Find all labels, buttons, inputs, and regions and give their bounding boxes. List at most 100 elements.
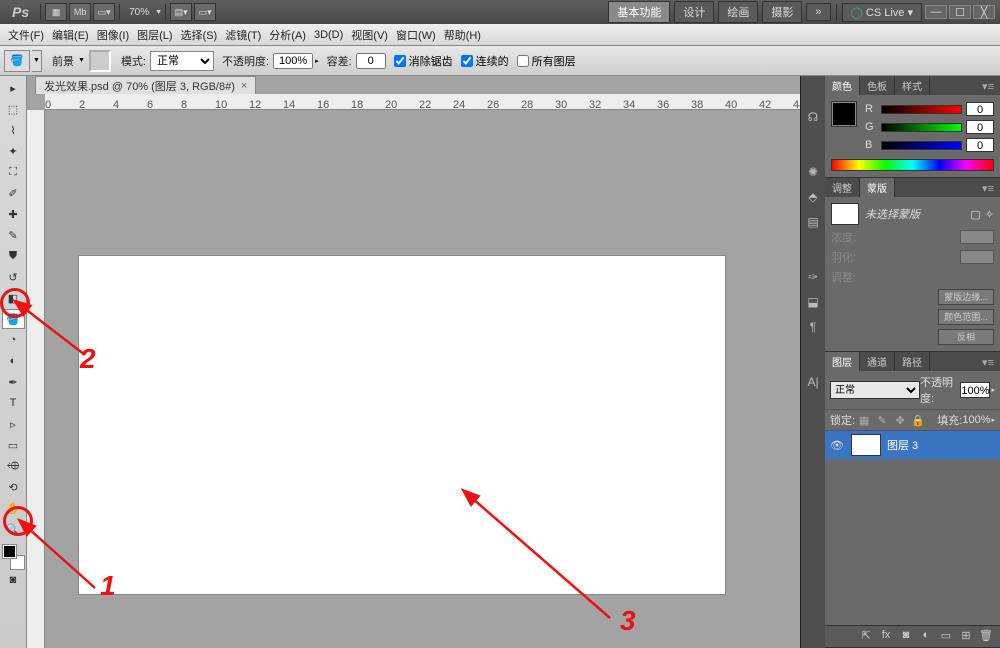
- brush-tool[interactable]: ✎: [2, 225, 25, 245]
- color-panel-swatch[interactable]: [831, 101, 857, 127]
- mask-edge-button[interactable]: 蒙版边缘...: [938, 289, 994, 305]
- menu-analysis[interactable]: 分析(A): [265, 27, 310, 43]
- 3d-tool[interactable]: ⬲: [2, 456, 25, 476]
- healing-tool[interactable]: ✚: [2, 204, 25, 224]
- type-tool[interactable]: T: [2, 393, 25, 413]
- zoom-tool[interactable]: 🔍: [2, 519, 25, 539]
- r-slider[interactable]: [881, 105, 962, 114]
- link-layers-icon[interactable]: ⇱: [857, 629, 875, 645]
- menu-view[interactable]: 视图(V): [347, 27, 392, 43]
- quick-select-tool[interactable]: ✦: [2, 141, 25, 161]
- styles-panel-icon[interactable]: A|: [804, 372, 823, 391]
- layer-opacity-value[interactable]: 100%: [960, 382, 990, 398]
- layer-fill-value[interactable]: 100%: [962, 414, 990, 426]
- add-mask-icon[interactable]: ◙: [897, 629, 915, 645]
- opacity-input[interactable]: [273, 53, 313, 69]
- all-layers-checkbox[interactable]: 所有图层: [517, 53, 576, 69]
- lock-position-icon[interactable]: ✥: [893, 413, 907, 427]
- zoom-dropdown-icon[interactable]: ▼: [155, 9, 162, 16]
- color-spectrum[interactable]: [831, 159, 994, 171]
- tab-swatches[interactable]: 色板: [860, 76, 895, 95]
- swatches-icon[interactable]: ▤: [804, 212, 823, 231]
- antialias-checkbox[interactable]: 消除锯齿: [394, 53, 453, 69]
- lasso-tool[interactable]: ⌇: [2, 120, 25, 140]
- tab-adjust[interactable]: 调整: [825, 178, 860, 197]
- hand-tool[interactable]: ✋: [2, 498, 25, 518]
- crop-tool[interactable]: ⛶: [2, 162, 25, 182]
- color-range-button[interactable]: 颜色范围...: [938, 309, 994, 325]
- canvas[interactable]: [79, 256, 725, 594]
- tab-layers[interactable]: 图层: [825, 352, 860, 371]
- shape-tool[interactable]: ▭: [2, 435, 25, 455]
- invert-button[interactable]: 反相: [938, 329, 994, 345]
- vector-mask-icon[interactable]: ✧: [985, 208, 994, 221]
- menu-select[interactable]: 选择(S): [177, 27, 222, 43]
- blur-tool[interactable]: ◔: [2, 330, 25, 350]
- paint-bucket-tool[interactable]: 🪣: [2, 309, 25, 329]
- layer-thumb[interactable]: [851, 434, 881, 456]
- new-group-icon[interactable]: ▭: [937, 629, 955, 645]
- layer-row[interactable]: 👁 图层 3: [825, 431, 1000, 459]
- eyedropper-tool[interactable]: ✐: [2, 183, 25, 203]
- character-icon[interactable]: ✑: [804, 267, 823, 286]
- history-brush-tool[interactable]: ↺: [2, 267, 25, 287]
- stamp-tool[interactable]: ⛊: [2, 246, 25, 266]
- fill-pattern-swatch[interactable]: [89, 50, 111, 72]
- g-value[interactable]: 0: [966, 120, 994, 134]
- screen-mode-button[interactable]: ▭▾: [194, 3, 216, 21]
- current-tool-icon[interactable]: 🪣: [4, 50, 30, 72]
- mask-panel-menu-icon[interactable]: ▾≡: [976, 180, 1000, 197]
- view-extras-button[interactable]: ▭▾: [93, 3, 115, 21]
- menu-window[interactable]: 窗口(W): [392, 27, 440, 43]
- layer-blend-select[interactable]: 正常: [830, 381, 920, 399]
- workspace-essentials[interactable]: 基本功能: [608, 1, 670, 23]
- document-stage[interactable]: [45, 110, 800, 648]
- cslive-button[interactable]: ◯ CS Live ▾: [842, 3, 922, 22]
- lock-pixels-icon[interactable]: ✎: [875, 413, 889, 427]
- vertical-ruler[interactable]: [27, 110, 45, 648]
- color-panel-menu-icon[interactable]: ▾≡: [976, 78, 1000, 95]
- layer-fx-icon[interactable]: fx: [877, 629, 895, 645]
- clone-source-icon[interactable]: ⬘: [804, 187, 823, 206]
- contiguous-checkbox[interactable]: 连续的: [461, 53, 509, 69]
- menu-edit[interactable]: 编辑(E): [48, 27, 93, 43]
- fill-source-dropdown-icon[interactable]: ▼: [78, 57, 85, 64]
- zoom-level[interactable]: 70%: [123, 7, 155, 18]
- brush-preset-icon[interactable]: ✺: [804, 162, 823, 181]
- tab-channels[interactable]: 通道: [860, 352, 895, 371]
- r-value[interactable]: 0: [966, 102, 994, 116]
- adjustment-layer-icon[interactable]: ◐: [917, 629, 935, 645]
- layers-panel-menu-icon[interactable]: ▾≡: [976, 354, 1000, 371]
- lock-transparent-icon[interactable]: ▦: [857, 413, 871, 427]
- launch-bridge-button[interactable]: ▦: [45, 3, 67, 21]
- history-icon[interactable]: ☊: [804, 107, 823, 126]
- color-swatches[interactable]: [2, 544, 25, 570]
- visibility-icon[interactable]: 👁: [829, 439, 845, 452]
- layer-list[interactable]: 👁 图层 3: [825, 431, 1000, 625]
- blend-mode-select[interactable]: 正常: [150, 51, 214, 71]
- layer-name[interactable]: 图层 3: [887, 437, 918, 453]
- window-close-button[interactable]: ╳: [973, 5, 995, 19]
- arrange-docs-button[interactable]: ▤▾: [170, 3, 192, 21]
- g-slider[interactable]: [881, 123, 962, 132]
- eraser-tool[interactable]: ◧: [2, 288, 25, 308]
- tab-color[interactable]: 颜色: [825, 76, 860, 95]
- workspace-painting[interactable]: 绘画: [718, 1, 758, 23]
- marquee-tool[interactable]: ⬚: [2, 99, 25, 119]
- new-layer-icon[interactable]: ⊞: [957, 629, 975, 645]
- pixel-mask-icon[interactable]: ▢: [970, 208, 980, 221]
- layer-comps-icon[interactable]: ⬓: [804, 292, 823, 311]
- workspace-more[interactable]: »: [806, 3, 830, 21]
- paragraph-icon[interactable]: ¶: [804, 317, 823, 336]
- delete-layer-icon[interactable]: 🗑: [977, 629, 995, 645]
- tab-mask[interactable]: 蒙版: [860, 178, 895, 197]
- b-value[interactable]: 0: [966, 138, 994, 152]
- opacity-dropdown-icon[interactable]: ▸: [315, 57, 319, 65]
- pen-tool[interactable]: ✒: [2, 372, 25, 392]
- menu-layer[interactable]: 图层(L): [133, 27, 176, 43]
- menu-help[interactable]: 帮助(H): [440, 27, 485, 43]
- close-tab-icon[interactable]: ×: [241, 80, 247, 92]
- minibridge-button[interactable]: Mb: [69, 3, 91, 21]
- tab-styles[interactable]: 样式: [895, 76, 930, 95]
- document-tab[interactable]: 发光效果.psd @ 70% (图层 3, RGB/8#) ×: [35, 76, 256, 94]
